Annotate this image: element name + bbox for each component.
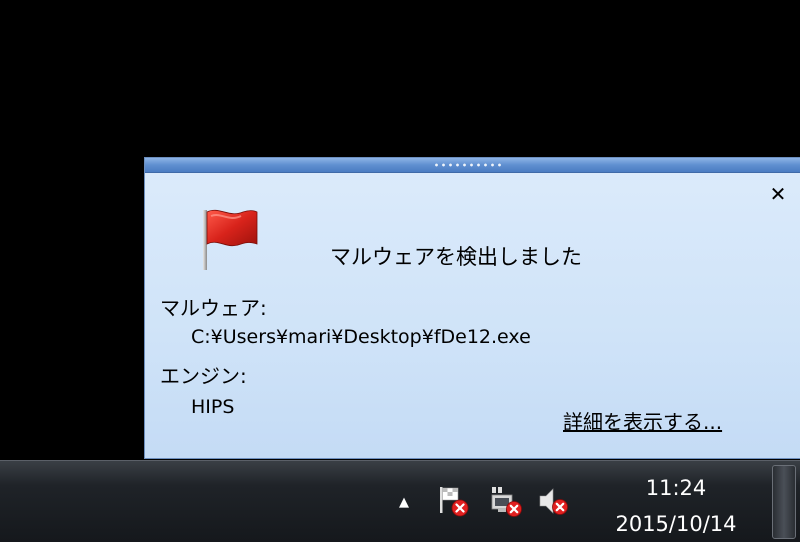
engine-label: エンジン: xyxy=(160,364,247,388)
show-details-link[interactable]: 詳細を表示する... xyxy=(563,406,722,435)
show-hidden-icons-arrow-icon[interactable]: ▲ xyxy=(394,493,414,513)
show-desktop-button[interactable] xyxy=(772,465,796,539)
network-error-icon[interactable] xyxy=(488,483,524,519)
taskbar: ▲ 11:24 2015/10/14 xyxy=(0,460,800,542)
malware-path-value: C:¥Users¥mari¥Desktop¥fDe12.exe xyxy=(191,326,531,348)
malware-notification-popup: ✕ マルウェアを検出しました マルウェア: C:¥Users¥mari¥Desk… xyxy=(144,157,800,459)
engine-value: HIPS xyxy=(191,396,235,418)
clock-time: 11:24 xyxy=(645,476,707,500)
popup-title: マルウェアを検出しました xyxy=(330,245,582,269)
taskbar-clock[interactable]: 11:24 2015/10/14 xyxy=(596,469,756,541)
grip-dots-icon xyxy=(433,161,503,169)
action-center-flag-error-icon[interactable] xyxy=(436,483,472,519)
red-flag-icon xyxy=(203,209,258,270)
volume-muted-icon[interactable] xyxy=(536,483,572,519)
close-button[interactable]: ✕ xyxy=(767,183,789,205)
popup-drag-handle[interactable] xyxy=(145,158,800,173)
malware-label: マルウェア: xyxy=(160,296,267,320)
clock-date: 2015/10/14 xyxy=(615,512,737,536)
